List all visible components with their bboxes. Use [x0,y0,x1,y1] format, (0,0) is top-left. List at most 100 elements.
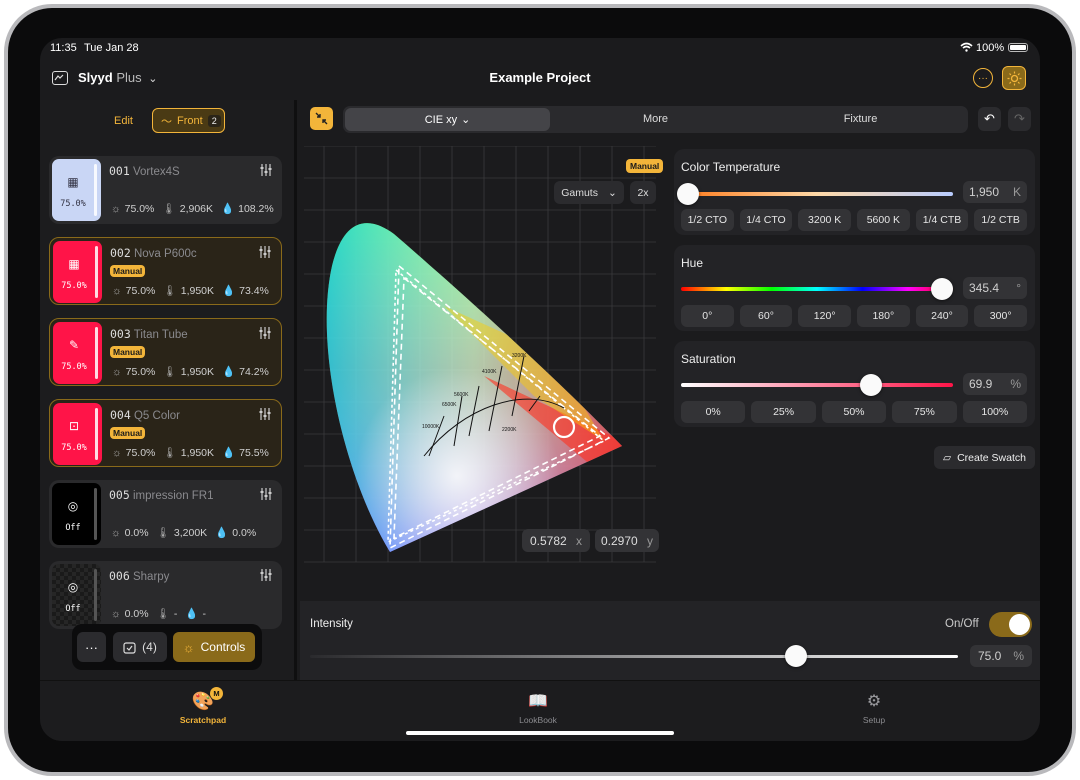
group-count-badge: 2 [207,114,221,127]
fixture-thumbnail[interactable]: ✎ 75.0% [53,322,102,384]
fixture-thumbnail[interactable]: ▦ 75.0% [52,159,101,221]
redo-icon: ↷ [1014,111,1025,126]
sliders-icon[interactable] [259,408,271,420]
preset-button[interactable]: 75% [892,401,957,423]
x-unit: x [576,533,582,548]
sliders-icon[interactable] [259,246,271,258]
selected-fixtures-button[interactable]: (4) [113,632,167,662]
manual-badge: Manual [626,159,664,173]
redo-button[interactable]: ↷ [1008,107,1031,131]
preset-button[interactable]: 100% [962,401,1027,423]
intensity-field[interactable]: 75.0% [970,645,1032,667]
preset-button[interactable]: 1/4 CTO [739,209,793,231]
preset-button[interactable]: 120° [798,305,851,327]
color-temperature-track[interactable] [681,192,953,196]
edit-button[interactable]: Edit [114,115,133,127]
fixture-name: Titan Tube [133,329,188,341]
floating-toolbar: ··· (4) ☼ Controls [72,624,262,670]
preset-button[interactable]: 3200 K [798,209,851,231]
fixture-thumbnail[interactable]: ◎ Off [52,483,101,545]
fixture-tint: 74.2% [239,365,269,378]
wifi-icon [960,42,973,52]
fixture-intensity: 0.0% [124,607,149,620]
preset-button[interactable]: 0% [681,401,746,423]
preset-button[interactable]: 240° [915,305,969,327]
fixture-thumbnail[interactable]: ◎ Off [52,564,101,626]
tab-lookbook[interactable]: 📖 LookBook [498,691,578,725]
preset-button[interactable]: 50% [821,401,887,423]
preset-button[interactable]: 300° [974,305,1027,327]
fixture-title: 001 Vortex4S [109,164,180,178]
power-toggle[interactable] [989,612,1032,637]
preset-button[interactable]: 0° [681,305,734,327]
drop-icon: 💧 [185,608,199,620]
sliders-icon[interactable] [260,488,272,500]
sliders-icon[interactable] [260,164,272,176]
svg-text:4100K: 4100K [482,369,497,375]
status-date: Tue Jan 28 [84,42,139,54]
thermometer-icon: 🌡 [163,447,177,459]
hue-knob[interactable] [930,278,953,300]
tab-cie-xy[interactable]: CIE xy ⌄ [345,108,550,131]
saturation-field[interactable]: 69.9% [963,373,1027,395]
fixture-card[interactable]: ◎ Off 005 impression FR1 ☼ 0.0% 🌡 3,200K 💧… [49,480,282,548]
saturation-knob[interactable] [860,374,883,396]
more-button[interactable]: ··· [77,632,106,662]
saturation-track[interactable] [681,383,953,387]
tab-more[interactable]: More [553,113,758,125]
preset-button[interactable]: 25% [751,401,816,423]
home-indicator [406,731,674,735]
fixture-card[interactable]: ▦ 75.0% 001 Vortex4S ☼ 75.0% 🌡 2,906K 💧 108… [49,156,282,224]
fixture-name: impression FR1 [132,490,214,502]
cie-diagram[interactable]: 10000K 6500K 5600K 4100K 3200K 2200K [304,146,660,566]
gamuts-dropdown[interactable]: Gamuts ⌄ [554,181,624,204]
intensity-knob[interactable] [785,645,807,667]
hue-field[interactable]: 345.4 ° [963,277,1027,299]
y-coordinate-field[interactable]: 0.2970 y [595,529,659,552]
fixture-type-icon: ⊡ [68,419,80,433]
more-options-icon[interactable]: ··· [973,68,993,88]
preset-button[interactable]: 180° [857,305,910,327]
color-temperature-knob[interactable] [677,183,699,205]
create-swatch-button[interactable]: ▱ Create Swatch [934,446,1035,469]
preset-button[interactable]: 1/4 CTB [915,209,969,231]
project-title: Example Project [489,70,591,85]
fixture-card[interactable]: ⊡ 75.0% 004 Q5 Color Manual ☼ 75.0% 🌡 1,95… [49,399,282,467]
preset-button[interactable]: 60° [739,305,793,327]
fixture-thumbnail[interactable]: ⊡ 75.0% [53,403,102,465]
fixture-thumbnail[interactable]: ▦ 75.0% [53,241,102,303]
tab-fixture[interactable]: Fixture [758,113,963,125]
color-temperature-field[interactable]: 1,950 K [963,181,1027,203]
tab-setup[interactable]: ⚙ Setup [834,691,914,725]
undo-button[interactable]: ↶ [978,107,1001,131]
controls-button[interactable]: ☼ Controls [173,632,255,662]
intensity-value: 75.0 [978,649,1002,663]
fixture-id: 006 [109,569,130,583]
book-icon: 📖 [528,693,548,710]
group-selector-front[interactable]: 〜 Front 2 [152,108,225,133]
light-mode-button[interactable] [1002,66,1026,90]
fixture-card[interactable]: ▦ 75.0% 002 Nova P600c Manual ☼ 75.0% 🌡 1,… [49,237,282,305]
preset-button[interactable]: 1/2 CTB [974,209,1027,231]
sun-icon: ☼ [112,365,122,378]
drop-icon: 💧 [221,203,235,215]
collapse-arrows-icon [315,112,328,125]
tab-label: LookBook [519,715,557,725]
sliders-icon[interactable] [260,569,272,581]
fixture-type-icon: ◎ [67,580,79,594]
collapse-button[interactable] [310,107,333,130]
fixture-card[interactable]: ✎ 75.0% 003 Titan Tube Manual ☼ 75.0% 🌡 1,… [49,318,282,386]
toggle-knob [1009,614,1030,635]
zoom-button[interactable]: 2x [630,181,656,204]
preset-button[interactable]: 1/2 CTO [681,209,734,231]
sliders-icon[interactable] [259,327,271,339]
fixture-card[interactable]: ◎ Off 006 Sharpy ☼ 0.0% 🌡 - 💧 - [49,561,282,629]
fixture-stats: ☼ 75.0% 🌡 1,950K 💧 74.2% [112,365,269,379]
hue-track[interactable] [681,287,953,291]
svg-text:2200K: 2200K [502,427,517,433]
x-coordinate-field[interactable]: 0.5782 x [522,529,590,552]
preset-button[interactable]: 5600 K [857,209,910,231]
tab-bar: 🎨 M Scratchpad 📖 LookBook ⚙ Setup [40,680,1040,741]
tab-scratchpad[interactable]: 🎨 M Scratchpad [163,687,243,725]
intensity-track[interactable] [310,655,958,658]
